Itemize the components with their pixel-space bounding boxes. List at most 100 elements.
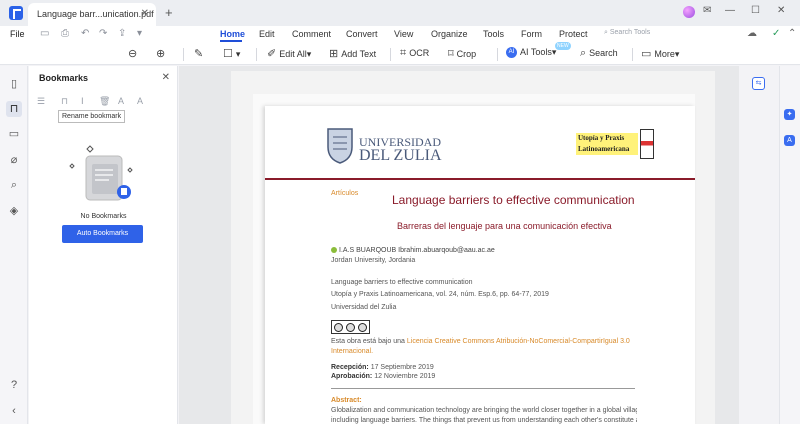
pages-icon[interactable]: ▯ <box>6 76 22 92</box>
edit-all-button[interactable]: ✐ Edit All▾ <box>267 47 311 60</box>
avatar[interactable] <box>683 6 695 18</box>
cloud-icon[interactable]: ☁ <box>747 28 757 39</box>
collapse-panel-icon[interactable]: ‹ <box>6 403 22 419</box>
close-tab-icon[interactable]: ✕ <box>141 8 149 19</box>
active-menu-indicator <box>220 40 242 42</box>
menu-convert[interactable]: Convert <box>346 29 378 39</box>
university-name-line2: DEL ZULIA <box>359 147 442 164</box>
abstract-divider <box>331 388 635 389</box>
journal-emblem-icon <box>640 129 654 159</box>
rename-bookmark-icon[interactable]: Ⅰ <box>81 96 84 107</box>
menu-comment[interactable]: Comment <box>292 29 331 39</box>
more-button[interactable]: ▭ More▾ <box>641 47 679 60</box>
no-bookmarks-label: No Bookmarks <box>80 213 127 220</box>
translate-icon[interactable]: ⇆ <box>752 77 765 90</box>
abstract-heading: Abstract: <box>331 397 362 404</box>
empty-bookmarks-illustration <box>69 145 133 201</box>
menu-bar: File ▭ ⎙ ↶ ↷ ⇪ ▾ Home Edit Comment Conve… <box>0 26 800 43</box>
article-title-es: Barreras del lenguaje para una comunicac… <box>397 221 612 231</box>
comment-icon[interactable]: ▭ <box>6 126 22 142</box>
ocr-icon: ⌗ <box>400 47 407 59</box>
zoom-out-icon: ⊖ <box>128 48 138 60</box>
bookmarks-title: Bookmarks <box>39 73 89 83</box>
collapse-bookmark-icon[interactable]: A <box>137 96 143 106</box>
reference-title: Language barriers to effective communica… <box>331 279 473 286</box>
crop-button[interactable]: ⌑ Crop <box>448 47 476 60</box>
open-icon[interactable]: ▭ <box>40 28 49 39</box>
file-menu[interactable]: File <box>10 29 25 39</box>
search-button[interactable]: ⌕ Search <box>580 47 618 60</box>
menu-tools[interactable]: Tools <box>483 29 504 39</box>
reception-date: 17 Septiembre 2019 <box>370 364 434 371</box>
search-tools-field[interactable]: ⌕ Search Tools <box>604 29 650 37</box>
close-panel-icon[interactable]: ✕ <box>162 72 170 83</box>
toolbar-divider <box>390 48 391 61</box>
layers-icon[interactable]: ◈ <box>6 203 22 219</box>
highlight-button[interactable]: ✎ <box>194 47 206 60</box>
orcid-icon <box>331 247 337 254</box>
article-title-en: Language barriers to effective communica… <box>392 193 635 207</box>
attachment-icon[interactable]: ⌀ <box>6 152 22 168</box>
mail-icon[interactable]: ✉ <box>703 5 711 16</box>
crop-icon: ⌑ <box>448 48 454 60</box>
search-panel-icon[interactable]: ⌕ <box>6 177 22 193</box>
left-rail: ▯ ⊓ ▭ ⌀ ⌕ ◈ ? ‹ <box>0 66 28 424</box>
menu-form[interactable]: Form <box>521 29 542 39</box>
abstract-text: Globalization and communication technolo… <box>331 406 637 424</box>
print-icon[interactable]: ⎙ <box>61 28 69 39</box>
creative-commons-icon <box>331 320 370 334</box>
menu-view[interactable]: View <box>394 29 413 39</box>
new-badge: NEW <box>555 42 571 50</box>
add-text-label: Add Text <box>341 49 377 59</box>
license-prefix: Esta obra está bajo una <box>331 338 407 345</box>
rectangle-icon: ☐ <box>223 48 233 60</box>
ai-tools-button[interactable]: AI AI Tools▾ <box>506 47 556 59</box>
university-crest-icon <box>327 128 353 164</box>
ai-assistant-icon[interactable]: ✦ <box>784 109 795 120</box>
dropdown-icon[interactable]: ▾ <box>137 28 142 39</box>
author-name: I.A.S BUARQOUB <box>339 247 397 254</box>
reception-label: Recepción: <box>331 364 369 371</box>
minimize-button[interactable]: — <box>725 5 735 16</box>
document-tab[interactable]: Language barr...unication.pdf ✕ <box>28 3 156 26</box>
bookmark-options-icon[interactable]: ☰ <box>37 96 45 107</box>
add-bookmark-icon[interactable]: ⊓ <box>61 96 68 107</box>
share-icon[interactable]: ⇪ <box>118 28 126 39</box>
author-email: Ibrahim.abuarqoub@aau.ac.ae <box>398 247 495 254</box>
expand-bookmark-icon[interactable]: A <box>118 96 124 106</box>
section-label: Artículos <box>331 190 359 197</box>
menu-edit[interactable]: Edit <box>259 29 275 39</box>
zoom-out-button[interactable]: ⊖ <box>128 47 140 60</box>
publisher: Universidad del Zulia <box>331 304 397 311</box>
shape-button[interactable]: ☐ ▾ <box>223 47 240 60</box>
header-rule <box>265 178 695 180</box>
rename-bookmark-tooltip: Rename bookmark <box>58 110 126 123</box>
check-icon[interactable]: ✓ <box>772 28 780 39</box>
zoom-in-icon: ⊕ <box>156 48 166 60</box>
new-tab-button[interactable]: + <box>165 5 173 20</box>
add-text-button[interactable]: ⊞ Add Text <box>329 47 376 60</box>
search-icon: ⌕ <box>580 47 587 59</box>
bookmark-icon[interactable]: ⊓ <box>6 101 22 117</box>
abstract-line: including language barriers. The things … <box>331 417 637 424</box>
edit-icon: ✐ <box>267 48 277 60</box>
menu-protect[interactable]: Protect <box>559 29 588 39</box>
ai-icon: AI <box>506 47 517 59</box>
more-icon: ▭ <box>641 48 652 60</box>
help-icon[interactable]: ? <box>6 377 22 393</box>
undo-icon[interactable]: ↶ <box>81 28 89 39</box>
reception-line: Recepción: 17 Septiembre 2019 <box>331 364 434 371</box>
delete-bookmark-icon[interactable]: 🗑 <box>99 96 110 107</box>
menu-home[interactable]: Home <box>220 29 245 39</box>
zoom-in-button[interactable]: ⊕ <box>156 47 168 60</box>
close-window-button[interactable]: ✕ <box>777 5 785 16</box>
maximize-button[interactable]: ☐ <box>751 5 760 16</box>
auto-bookmarks-button[interactable]: Auto Bookmarks <box>62 225 143 243</box>
search-label: Search <box>589 48 618 58</box>
ai-tools-label: AI Tools <box>520 47 552 57</box>
menu-organize[interactable]: Organize <box>431 29 468 39</box>
ocr-button[interactable]: ⌗ OCR <box>400 47 429 60</box>
redo-icon[interactable]: ↷ <box>99 28 107 39</box>
translate-panel-icon[interactable]: A <box>784 135 795 146</box>
collapse-ribbon-icon[interactable]: ⌃ <box>788 28 796 39</box>
